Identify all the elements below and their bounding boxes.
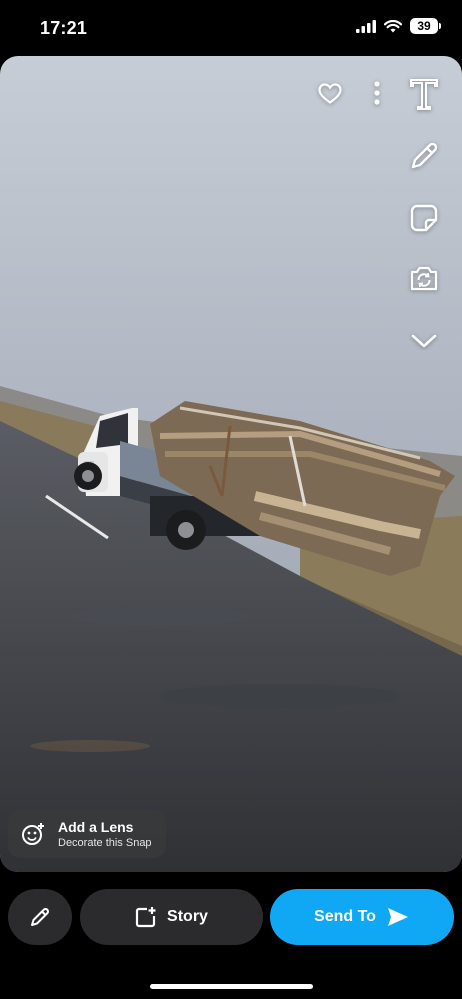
send-to-label: Send To bbox=[314, 908, 376, 925]
chevron-down-icon bbox=[411, 334, 437, 348]
sticker-icon bbox=[410, 204, 438, 232]
draw-tool-button[interactable] bbox=[406, 138, 442, 174]
more-tools-button[interactable] bbox=[406, 326, 442, 356]
lens-smiley-icon bbox=[20, 821, 46, 847]
bottom-action-bar: Story Send To bbox=[0, 872, 462, 999]
wifi-icon bbox=[384, 19, 402, 32]
lens-title: Add a Lens bbox=[58, 819, 134, 835]
favorite-button[interactable] bbox=[315, 80, 345, 106]
heart-icon bbox=[318, 82, 342, 104]
lens-camera-button[interactable] bbox=[406, 260, 442, 296]
add-story-icon bbox=[135, 907, 156, 928]
more-vertical-icon bbox=[374, 81, 380, 105]
lens-subtitle: Decorate this Snap bbox=[58, 837, 152, 849]
add-lens-button[interactable]: Add a Lens Decorate this Snap bbox=[8, 810, 166, 858]
edit-button[interactable] bbox=[8, 889, 72, 945]
status-icons: 39 bbox=[356, 18, 441, 34]
battery-indicator: 39 bbox=[410, 18, 441, 34]
send-arrow-icon bbox=[387, 908, 408, 926]
story-button[interactable]: Story bbox=[80, 889, 263, 945]
home-indicator bbox=[150, 984, 313, 989]
pencil-icon bbox=[31, 908, 49, 926]
text-icon bbox=[410, 79, 438, 110]
snap-photo bbox=[0, 56, 462, 872]
snap-preview[interactable]: Add a Lens Decorate this Snap bbox=[0, 56, 462, 872]
story-label: Story bbox=[167, 908, 208, 925]
text-tool-button[interactable] bbox=[406, 76, 442, 112]
signal-icon bbox=[356, 19, 376, 33]
pencil-icon bbox=[411, 142, 438, 169]
status-time: 17:21 bbox=[40, 18, 88, 38]
sticker-tool-button[interactable] bbox=[406, 200, 442, 236]
send-to-button[interactable]: Send To bbox=[270, 889, 454, 945]
more-options-button[interactable] bbox=[364, 78, 390, 108]
camera-switch-icon bbox=[410, 266, 438, 291]
status-bar: 17:21 39 bbox=[0, 0, 462, 56]
